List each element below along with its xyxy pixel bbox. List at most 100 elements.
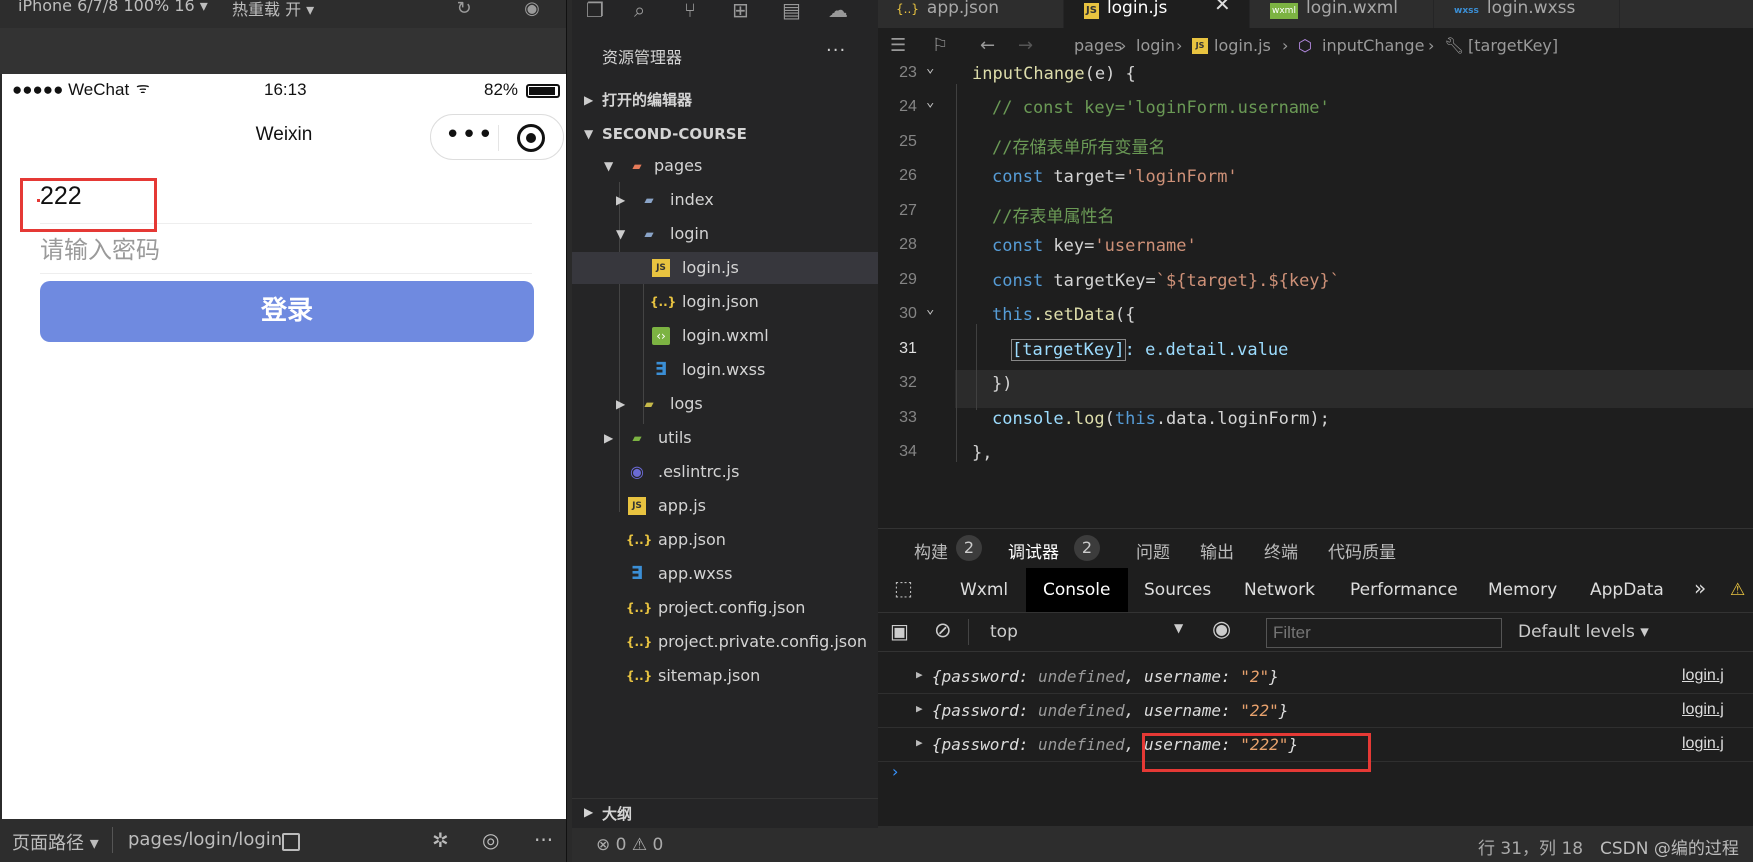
clock: 16:13 bbox=[264, 80, 307, 99]
log-source-link[interactable]: login.j bbox=[1682, 667, 1724, 685]
log-source-link[interactable]: login.j bbox=[1682, 735, 1724, 753]
tree-item-logs[interactable]: ▶ ▰ logs bbox=[572, 388, 878, 420]
code-token: const bbox=[992, 271, 1044, 291]
tree-item-utils[interactable]: ▶ ▰ utils bbox=[572, 422, 878, 454]
tab-network[interactable]: Network bbox=[1244, 580, 1315, 600]
tab-terminal[interactable]: 终端 bbox=[1264, 538, 1298, 563]
tree-item-index[interactable]: ▶ ▰ index bbox=[572, 184, 878, 216]
tab-code-quality[interactable]: 代码质量 bbox=[1328, 538, 1396, 563]
outline-section[interactable]: ▶ 大纲 bbox=[572, 798, 878, 828]
eye-icon[interactable]: ◉ bbox=[1212, 617, 1231, 642]
cursor-position[interactable]: 行 31，列 18 bbox=[1478, 834, 1583, 859]
tree-item-label: sitemap.json bbox=[658, 666, 761, 685]
tree-item-pages[interactable]: ▼ ▰ pages bbox=[572, 150, 878, 182]
device-select[interactable]: iPhone 6/7/8 100% 16 ▾ bbox=[18, 0, 208, 15]
capsule-close-icon[interactable] bbox=[517, 124, 545, 152]
tab-debugger[interactable]: 调试器 bbox=[1008, 538, 1059, 563]
search-icon[interactable]: ⌕ bbox=[634, 0, 645, 22]
warning-icon[interactable]: ⚠ bbox=[1730, 580, 1745, 600]
breadcrumb-item[interactable]: login bbox=[1136, 28, 1175, 64]
expand-icon[interactable]: ▶ bbox=[916, 736, 923, 749]
refresh-icon[interactable]: ↻ bbox=[452, 0, 476, 22]
list-icon[interactable]: ☰ bbox=[890, 28, 906, 64]
tree-item-login-wxml[interactable]: ‹› login.wxml bbox=[572, 320, 878, 352]
tab-login-js[interactable]: JS login.js ✕ bbox=[1064, 0, 1250, 28]
pages-icon[interactable]: ▤ bbox=[782, 0, 801, 22]
code-area[interactable]: 23 24 25 26 27 28 29 30 31 32 33 34 ⌄ ⌄ … bbox=[878, 60, 1753, 522]
expand-icon[interactable]: ▶ bbox=[916, 702, 923, 715]
tree-item-app-wxss[interactable]: ∃ app.wxss bbox=[572, 558, 878, 590]
breadcrumb-item[interactable]: [targetKey] bbox=[1468, 28, 1558, 64]
fold-chevron-icon[interactable]: ⌄ bbox=[926, 60, 934, 76]
tab-login-wxss[interactable]: wxss login.wxss bbox=[1434, 0, 1620, 28]
fold-chevron-icon[interactable]: ⌄ bbox=[926, 94, 934, 110]
tree-item-project-private-config[interactable]: {..} project.private.config.json bbox=[572, 626, 878, 658]
tree-item-login[interactable]: ▼ ▰ login bbox=[572, 218, 878, 250]
open-editors-section[interactable]: ▶ 打开的编辑器 bbox=[572, 84, 878, 116]
hot-reload-toggle[interactable]: 热重载 开 ▾ bbox=[232, 0, 314, 20]
breadcrumb-item[interactable]: login.js bbox=[1214, 28, 1271, 64]
tree-item-project-config[interactable]: {..} project.config.json bbox=[572, 592, 878, 624]
tree-item-app-js[interactable]: JS app.js bbox=[572, 490, 878, 522]
tab-performance[interactable]: Performance bbox=[1350, 580, 1458, 600]
chevron-down-icon[interactable]: ▼ bbox=[1174, 621, 1183, 635]
files-icon[interactable]: ❐ bbox=[586, 0, 604, 22]
eye-icon[interactable]: ◎ bbox=[482, 828, 499, 852]
chevron-right-icon: ▶ bbox=[584, 93, 594, 107]
forward-icon[interactable]: → bbox=[1018, 28, 1033, 64]
tree-item-eslintrc[interactable]: ◉ .eslintrc.js bbox=[572, 456, 878, 488]
console-log-row[interactable]: ▶ {password: undefined, username: "22"} … bbox=[878, 694, 1753, 728]
back-icon[interactable]: ← bbox=[980, 28, 995, 64]
copy-icon[interactable] bbox=[282, 833, 300, 851]
project-section[interactable]: ▼ SECOND-COURSE bbox=[572, 118, 878, 150]
bug-icon[interactable]: ✲ bbox=[432, 828, 449, 852]
page-path-label[interactable]: 页面路径 ▾ bbox=[12, 829, 99, 855]
close-icon[interactable]: ✕ bbox=[1214, 0, 1231, 14]
tree-item-login-json[interactable]: {..} login.json bbox=[572, 286, 878, 318]
source-control-icon[interactable]: ⑂ bbox=[684, 0, 696, 22]
tab-wxml[interactable]: Wxml bbox=[960, 580, 1008, 600]
tab-problems[interactable]: 问题 bbox=[1136, 538, 1170, 563]
log-levels-select[interactable]: Default levels ▾ bbox=[1518, 622, 1649, 642]
extensions-icon[interactable]: ⊞ bbox=[732, 0, 749, 22]
code-token: targetKey= bbox=[1043, 271, 1156, 291]
log-source-link[interactable]: login.j bbox=[1682, 701, 1724, 719]
code-token: const bbox=[992, 236, 1044, 256]
tree-item-login-js[interactable]: JS login.js bbox=[572, 252, 878, 284]
capsule-more-icon[interactable]: ••• bbox=[445, 120, 494, 150]
tree-item-label: pages bbox=[654, 156, 703, 175]
bookmark-icon[interactable]: ⚐ bbox=[932, 28, 948, 64]
console-log-row[interactable]: ▶ {password: undefined, username: "2"} l… bbox=[878, 660, 1753, 694]
tab-sources[interactable]: Sources bbox=[1144, 580, 1211, 600]
sidebar-toggle-icon[interactable]: ▣ bbox=[890, 619, 909, 643]
code-line-24: // const key='loginForm.username' bbox=[992, 98, 1330, 118]
explorer-more-icon[interactable]: ··· bbox=[826, 40, 846, 61]
console-prompt-icon[interactable]: › bbox=[892, 762, 898, 781]
tab-console[interactable]: Console bbox=[1026, 568, 1128, 612]
tab-appdata[interactable]: AppData bbox=[1590, 580, 1664, 600]
tab-memory[interactable]: Memory bbox=[1488, 580, 1557, 600]
context-select[interactable]: top bbox=[990, 622, 1018, 642]
carrier-label: ●●●●● WeChat bbox=[12, 80, 130, 99]
more-tabs-icon[interactable]: » bbox=[1694, 576, 1706, 600]
tab-output[interactable]: 输出 bbox=[1200, 538, 1234, 563]
tree-item-login-wxss[interactable]: ∃ login.wxss bbox=[572, 354, 878, 386]
expand-icon[interactable]: ▶ bbox=[916, 668, 923, 681]
stop-icon[interactable]: ◉ bbox=[520, 0, 544, 22]
problems-count[interactable]: ⊗ 0 ⚠ 0 bbox=[596, 835, 663, 855]
clear-console-icon[interactable]: ⊘ bbox=[934, 618, 952, 642]
fold-chevron-icon[interactable]: ⌄ bbox=[926, 301, 934, 317]
tab-build[interactable]: 构建 bbox=[914, 538, 948, 563]
inspect-icon[interactable]: ⬚ bbox=[894, 576, 913, 600]
code-token: (e) { bbox=[1084, 64, 1136, 84]
footer-more-icon[interactable]: ··· bbox=[534, 828, 553, 852]
cloud-icon[interactable]: ☁ bbox=[828, 0, 848, 22]
login-button[interactable]: 登录 bbox=[40, 281, 534, 342]
tab-login-wxml[interactable]: wxml login.wxml bbox=[1250, 0, 1434, 28]
tab-app-json[interactable]: {..} app.json bbox=[878, 0, 1064, 28]
tree-item-app-json[interactable]: {..} app.json bbox=[572, 524, 878, 556]
tree-item-sitemap[interactable]: {..} sitemap.json bbox=[572, 660, 878, 692]
breadcrumb-item[interactable]: pages bbox=[1074, 28, 1122, 64]
filter-input[interactable] bbox=[1266, 618, 1502, 648]
breadcrumb-item[interactable]: inputChange bbox=[1322, 28, 1424, 64]
